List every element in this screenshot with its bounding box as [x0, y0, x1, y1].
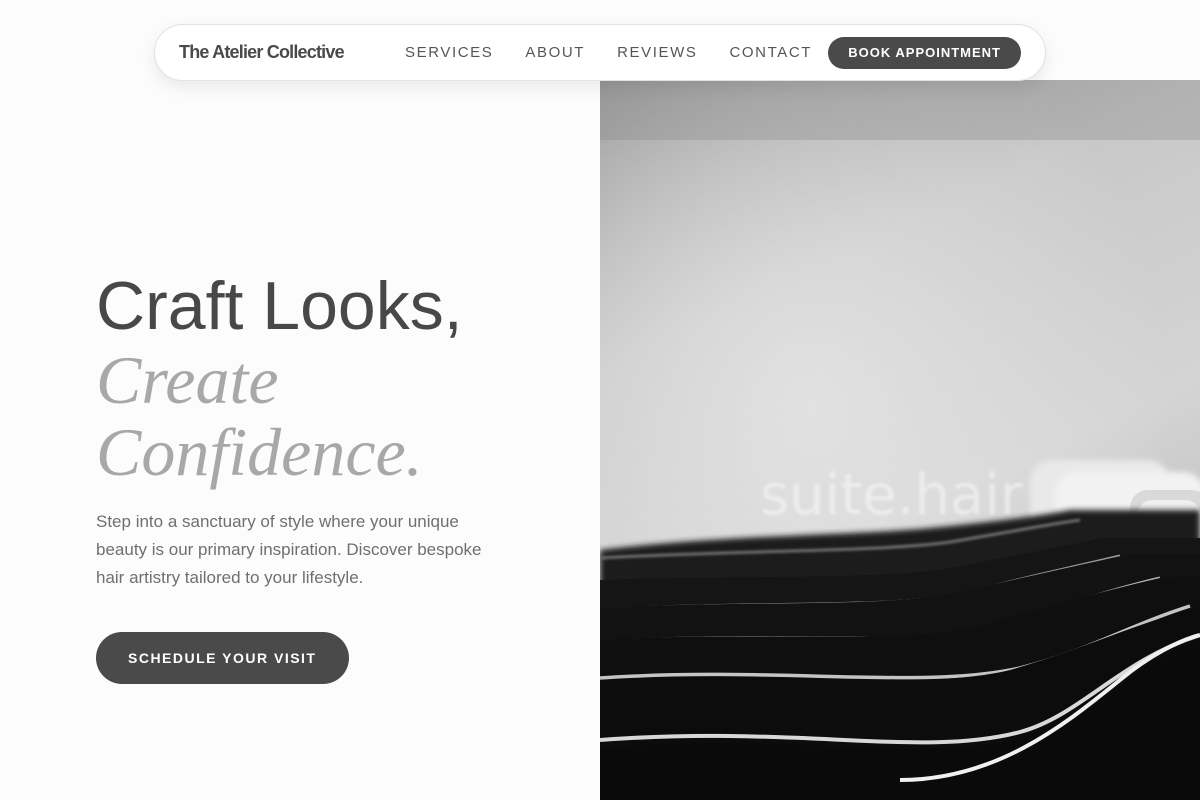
hero-headline: Craft Looks, Create Confidence.: [96, 268, 556, 488]
hero-description: Step into a sanctuary of style where you…: [96, 512, 482, 587]
headline-line-1: Craft Looks,: [96, 268, 463, 344]
headline-line-3: Confidence.: [96, 414, 423, 490]
nav-link-about[interactable]: ABOUT: [525, 44, 585, 61]
brand-logo-text[interactable]: The Atelier Collective: [179, 42, 405, 63]
nav-link-reviews[interactable]: REVIEWS: [617, 44, 697, 61]
top-navbar: The Atelier Collective SERVICES ABOUT RE…: [154, 24, 1046, 81]
schedule-visit-button[interactable]: SCHEDULE YOUR VISIT: [96, 632, 349, 684]
hero-image: suite.hair: [600, 80, 1200, 800]
salon-chairs-photo: suite.hair: [600, 80, 1200, 800]
nav-link-services[interactable]: SERVICES: [405, 44, 493, 61]
headline-line-2: Create: [96, 342, 279, 418]
nav-links: SERVICES ABOUT REVIEWS CONTACT: [405, 44, 812, 61]
hero-content: Craft Looks, Create Confidence. Step int…: [96, 268, 556, 684]
image-watermark: suite.hair: [760, 463, 1024, 528]
book-appointment-button[interactable]: BOOK APPOINTMENT: [828, 36, 1021, 69]
nav-link-contact[interactable]: CONTACT: [729, 44, 812, 61]
